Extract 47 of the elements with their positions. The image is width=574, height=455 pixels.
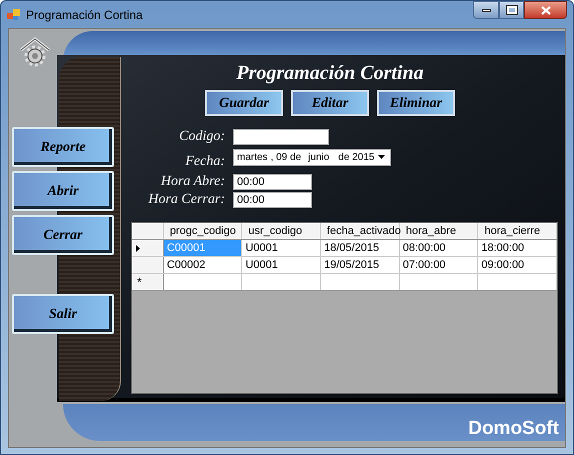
brand-logo: DomoSoft: [468, 419, 559, 438]
time-field[interactable]: 00:00: [233, 174, 312, 190]
maximize-button[interactable]: [499, 1, 524, 19]
table-cell: 07:00:00: [400, 257, 478, 273]
action-button[interactable]: Eliminar: [377, 90, 455, 116]
row-header[interactable]: [132, 240, 164, 256]
date-picker[interactable]: martes , 09 de junio de 2015: [233, 148, 391, 166]
table-cell: U0001: [242, 257, 322, 273]
table-cell: 19/05/2015: [321, 257, 400, 273]
table-cell: 08:00:00: [400, 240, 478, 256]
dropdown-arrow-icon[interactable]: [378, 155, 385, 159]
table-cell: C00002: [164, 257, 242, 273]
table-cell: U0001: [242, 240, 322, 256]
close-icon: [540, 6, 550, 14]
field-label: Fecha:: [184, 154, 226, 170]
column-header[interactable]: progc_codigo: [164, 223, 242, 239]
form-heading: Programación Cortina: [236, 61, 424, 85]
current-row-icon: [136, 244, 140, 252]
action-button[interactable]: Editar: [291, 90, 369, 116]
field-label: Codigo:: [178, 129, 226, 145]
date-month: junio: [308, 150, 330, 164]
column-header[interactable]: usr_codigo: [242, 223, 321, 239]
field-label: Hora Cerrar:: [147, 192, 226, 208]
minimize-button[interactable]: [473, 1, 499, 19]
app-icon: [7, 8, 21, 20]
column-header[interactable]: hora_abre: [400, 223, 478, 239]
time-field[interactable]: 00:00: [233, 192, 312, 208]
gear-icon: [19, 37, 51, 67]
date-year: de 2015: [338, 150, 374, 164]
action-button[interactable]: Guardar: [205, 90, 283, 116]
table-cell: 18:00:00: [478, 240, 557, 256]
field-label: Hora Abre:: [160, 174, 226, 190]
table-cell: 09:00:00: [478, 257, 557, 273]
table-cell: C00001: [164, 240, 242, 256]
column-header[interactable]: fecha_activado: [320, 223, 400, 239]
date-day: , 09 de: [270, 150, 302, 164]
date-weekday: martes: [237, 150, 268, 164]
new-row-marker: *: [137, 276, 142, 288]
close-button[interactable]: [524, 1, 567, 19]
side-button[interactable]: Abrir: [12, 171, 114, 211]
table-cell: 18/05/2015: [321, 240, 400, 256]
window-title: Programación Cortina: [26, 6, 143, 24]
codigo-field[interactable]: [233, 129, 329, 145]
column-header[interactable]: hora_cierre: [478, 223, 557, 239]
side-button[interactable]: Cerrar: [12, 215, 114, 255]
side-button[interactable]: Salir: [12, 294, 114, 334]
side-button[interactable]: Reporte: [12, 127, 114, 167]
